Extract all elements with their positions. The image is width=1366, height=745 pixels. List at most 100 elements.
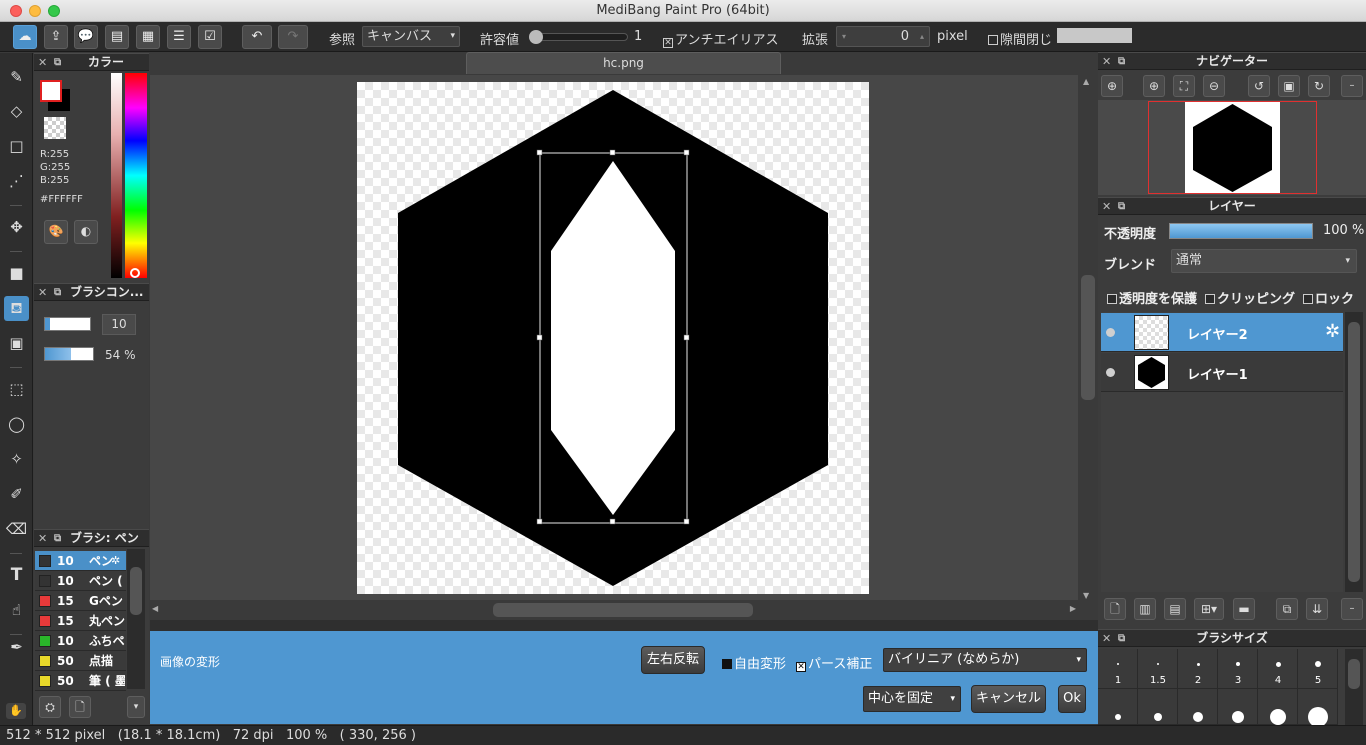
lock-checkbox[interactable]: ロック [1303,288,1354,307]
rotate-right-icon[interactable]: ↻ [1308,75,1330,97]
brush-size-cell[interactable] [1218,689,1258,725]
layer-list-scrollbar[interactable] [1345,312,1363,592]
share-icon[interactable]: ⇪ [44,25,68,49]
layer-row[interactable]: レイヤー2 ✲ [1101,313,1343,352]
layer-menu-icon[interactable]: – [1341,598,1363,620]
brush-item[interactable]: 10 ふちペ [35,631,126,651]
tolerance-slider[interactable] [529,30,628,44]
gear-icon[interactable]: ✲ [111,551,120,571]
brightness-bar[interactable] [111,73,122,278]
brush-item[interactable]: 15 Gペン [35,591,126,611]
handle-top-right[interactable] [683,149,690,156]
cloud-icon[interactable]: ☁ [13,25,37,49]
brush-size-slider[interactable] [44,317,91,331]
folder-icon[interactable]: ▬ [1233,598,1255,620]
cancel-button[interactable]: キャンセル [971,685,1046,713]
brush-opacity-slider[interactable] [44,347,94,361]
navigator-menu-icon[interactable]: – [1341,75,1363,97]
close-window-button[interactable] [10,5,22,17]
brush-item[interactable]: 10 ペン ✲ [35,551,126,571]
undo-icon[interactable]: ↶ [242,25,272,49]
foreground-color-swatch[interactable] [40,80,62,102]
magic-wand-icon[interactable]: ✧ [4,447,29,472]
lasso-icon[interactable]: ◯ [4,412,29,437]
popout-icon[interactable]: ⧉ [54,284,61,301]
brush-size-scroll-thumb[interactable] [1348,659,1360,689]
close-icon[interactable]: ✕ [38,530,47,547]
layer-opacity-slider[interactable] [1169,223,1313,239]
scroll-left-icon[interactable]: ◀ [152,604,158,613]
document-icon[interactable]: ▦ [136,25,160,49]
gap-close-level[interactable] [1057,28,1132,43]
list-icon[interactable]: ☰ [167,25,191,49]
brush-size-cell[interactable]: 3 [1218,649,1258,689]
zoom-in-icon[interactable]: ⊕ [1143,75,1165,97]
new-halftone-layer-icon[interactable]: ▥ [1134,598,1156,620]
hand-icon[interactable]: ✋ [6,703,26,719]
tolerance-slider-handle[interactable] [529,30,543,44]
zoom-fit-icon[interactable]: ⊕ [1101,75,1123,97]
navigator-preview[interactable] [1098,100,1366,195]
text-icon[interactable]: T [4,563,29,588]
handle-right[interactable] [683,334,690,341]
perspective-checkbox[interactable]: ✕ パース補正 [796,653,872,672]
layer-scroll-thumb[interactable] [1348,322,1360,582]
fill-rect-icon[interactable]: ■ [4,261,29,286]
stepper-down-icon[interactable]: ▾ [842,27,846,46]
select-rect-icon[interactable]: ⬚ [4,377,29,402]
brush-size-scrollbar[interactable] [1345,649,1363,725]
document-tab[interactable]: hc.png [466,52,781,74]
brush-size-cell[interactable]: 2 [1178,649,1218,689]
duplicate-layer-icon[interactable]: ⧉ [1276,598,1298,620]
scroll-down-icon[interactable]: ▼ [1083,591,1089,600]
handle-top-left[interactable] [536,149,543,156]
checklist-icon[interactable]: ☑ [198,25,222,49]
select-eraser-icon[interactable]: ⌫ [4,517,29,542]
brush-size-cell[interactable]: 1 [1098,649,1138,689]
gear-icon[interactable]: ✲ [1325,321,1340,342]
flip-horizontal-button[interactable]: 左右反転 [641,646,705,674]
brush-list-scroll-thumb[interactable] [130,567,142,615]
brush-item[interactable]: 15 丸ペン [35,611,126,631]
canvas-hscroll-thumb[interactable] [493,603,753,617]
brush-size-cell[interactable] [1298,689,1338,727]
bucket-icon[interactable]: ⛾ [4,296,29,321]
visibility-icon[interactable] [1106,368,1115,377]
chat-icon[interactable]: ▤ [105,25,129,49]
minimize-window-button[interactable] [29,5,41,17]
handle-bottom[interactable] [609,518,616,525]
gap-close-checkbox[interactable]: 隙間閉じ [988,29,1052,48]
brush-icon[interactable]: ✎ [4,65,29,90]
brush-size-cell[interactable] [1178,689,1218,725]
expand-stepper[interactable]: ▾ 0 ▴ [836,26,930,47]
new-1bit-layer-icon[interactable]: ▤ [1164,598,1186,620]
shape-icon[interactable]: □ [4,134,29,159]
protect-alpha-checkbox[interactable]: 透明度を保護 [1107,288,1197,307]
eraser-icon[interactable]: ◇ [4,99,29,124]
merge-layer-icon[interactable]: ⇊ [1306,598,1328,620]
popout-icon[interactable]: ⧉ [54,530,61,547]
handle-top[interactable] [609,149,616,156]
brush-new-icon[interactable]: 🗋 [69,696,91,718]
gradient-icon[interactable]: ▣ [4,331,29,356]
brush-size-cell[interactable] [1138,689,1178,725]
dot-brush-icon[interactable]: ⋰ [4,169,29,194]
brush-size-cell[interactable]: 4 [1258,649,1298,689]
brush-item[interactable]: 10 ペン ( [35,571,126,591]
blend-select[interactable]: 通常 ▾ [1171,249,1357,273]
comment-icon[interactable]: 💬 [74,25,98,49]
interpolation-select[interactable]: バイリニア (なめらか) ▾ [883,648,1087,672]
brush-add-icon[interactable]: ⛭ [39,696,61,718]
free-transform-checkbox[interactable]: 自由変形 [722,653,786,672]
palette-add-icon[interactable]: ◐ [74,220,98,244]
brush-item[interactable]: 50 筆 ( 墨 [35,671,126,691]
scroll-up-icon[interactable]: ▲ [1083,77,1089,86]
visibility-icon[interactable] [1106,328,1115,337]
reset-rotation-icon[interactable]: ▣ [1278,75,1300,97]
fit-screen-icon[interactable]: ⛶ [1173,75,1195,97]
transparent-color-swatch[interactable] [44,117,66,139]
ref-select[interactable]: キャンバス ▾ [362,26,460,47]
brush-size-value[interactable]: 10 [102,314,136,335]
move-icon[interactable]: ✥ [4,215,29,240]
add-layer-menu-icon[interactable]: ⊞▾ [1194,598,1224,620]
